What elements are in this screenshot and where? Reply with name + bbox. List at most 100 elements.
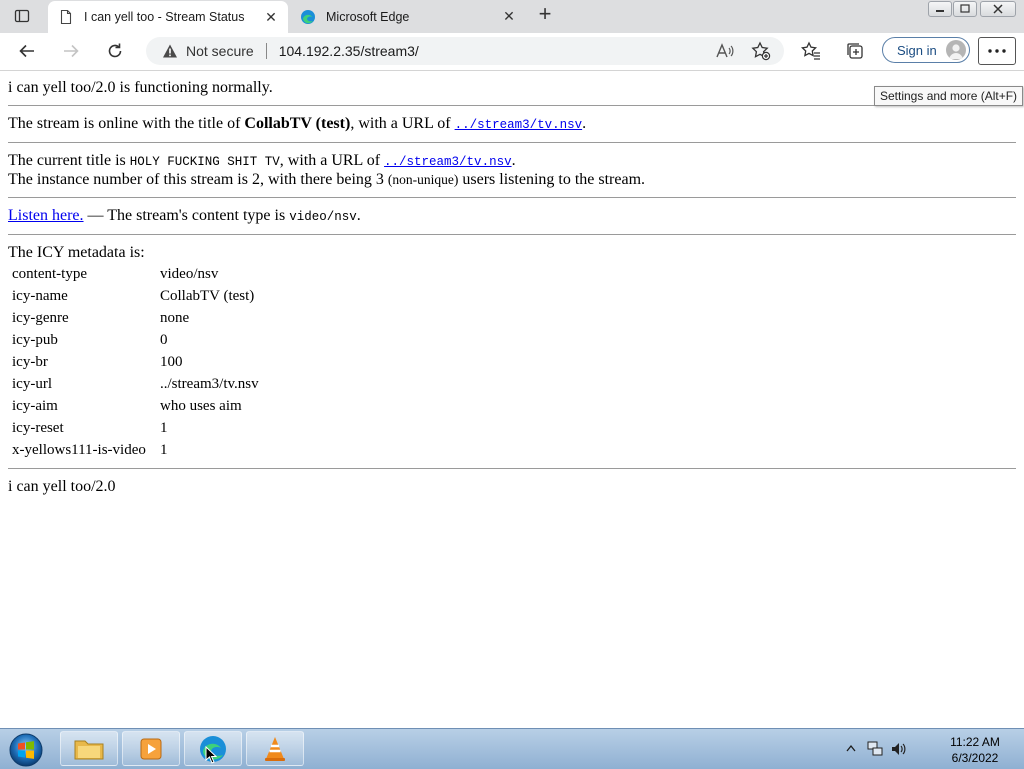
metadata-key: icy-aim: [12, 398, 58, 414]
add-favorite-button[interactable]: [748, 39, 774, 63]
metadata-value: video/nsv: [160, 266, 219, 282]
start-button[interactable]: [4, 731, 48, 767]
current-mid: , with a URL of: [279, 152, 385, 169]
instance-suffix: users listening to the stream.: [458, 171, 646, 188]
url-text[interactable]: 104.192.2.35/stream3/: [279, 43, 419, 59]
metadata-key: icy-name: [12, 288, 68, 304]
close-window-button[interactable]: [980, 1, 1016, 17]
table-row: icy-url ../stream3/tv.nsv: [11, 374, 261, 394]
taskbar-microsoft-edge[interactable]: [184, 731, 242, 766]
table-row: icy-reset 1: [11, 418, 261, 438]
online-line: The stream is online with the title of C…: [8, 115, 1016, 134]
metadata-value: ../stream3/tv.nsv: [160, 376, 259, 392]
table-row: icy-pub 0: [11, 330, 261, 350]
maximize-button[interactable]: [953, 1, 977, 17]
table-row: icy-br 100: [11, 352, 261, 372]
table-row: icy-genre none: [11, 308, 261, 328]
metadata-key: icy-pub: [12, 332, 58, 348]
instance-prefix: The instance number of this stream is 2,…: [8, 171, 388, 188]
current-title: HOLY FUCKING SHIT TV: [129, 155, 280, 169]
arrow-left-icon: [19, 44, 34, 58]
favorites-button[interactable]: [798, 39, 824, 63]
tab-stream-status[interactable]: I can yell too - Stream Status ✕: [48, 1, 288, 33]
divider: [8, 234, 1016, 235]
more-dots-icon: [988, 49, 1006, 53]
table-row: icy-aim who uses aim: [11, 396, 261, 416]
stream-url-link[interactable]: ../stream3/tv.nsv: [455, 118, 583, 132]
taskbar-media-player[interactable]: [122, 731, 180, 766]
metadata-key: icy-url: [12, 376, 52, 392]
edge-icon: [301, 9, 315, 24]
metadata-table: content-type video/nsv icy-name CollabTV (…: [9, 262, 263, 462]
folder-icon: [74, 740, 104, 759]
refresh-button[interactable]: [102, 39, 128, 63]
page-content: i can yell too/2.0 is functioning normal…: [8, 71, 1016, 496]
collections-icon: [847, 43, 863, 59]
metadata-value: 1: [160, 420, 168, 436]
online-prefix: The stream is online with the title of: [8, 115, 245, 132]
table-row: x-yellows111-is-video 1: [11, 440, 261, 460]
forward-button[interactable]: [58, 39, 84, 63]
current-url-link[interactable]: ../stream3/tv.nsv: [384, 155, 512, 169]
clock-date: 6/3/2022: [951, 751, 999, 765]
metadata-value: none: [160, 310, 190, 326]
arrow-right-icon: [64, 44, 79, 58]
clock[interactable]: 11:22 AM 6/3/2022: [932, 734, 1018, 766]
metadata-value: CollabTV (test): [160, 288, 255, 304]
settings-tooltip: Settings and more (Alt+F): [874, 86, 1024, 106]
table-row: icy-name CollabTV (test): [11, 286, 261, 306]
divider: [8, 142, 1016, 143]
listen-text: — The stream's content type is: [83, 207, 290, 224]
online-mid: , with a URL of: [350, 115, 455, 132]
new-tab-button[interactable]: +: [534, 3, 556, 26]
taskbar-vlc[interactable]: [246, 731, 304, 766]
close-tab-icon[interactable]: ✕: [260, 9, 282, 26]
page-icon: [60, 9, 72, 25]
read-aloud-icon: [716, 43, 734, 58]
star-add-icon: [751, 41, 771, 61]
network-icon[interactable]: [866, 740, 884, 758]
metadata-value: 1: [160, 442, 168, 458]
taskbar: 11:22 AM 6/3/2022: [0, 728, 1024, 769]
read-aloud-button[interactable]: [712, 39, 738, 63]
metadata-value: 0: [160, 332, 168, 348]
metadata-heading: The ICY metadata is:: [8, 244, 145, 261]
warning-icon[interactable]: [162, 43, 178, 59]
status-line: i can yell too/2.0 is functioning normal…: [8, 79, 273, 96]
tab-microsoft-edge[interactable]: Microsoft Edge ✕: [290, 0, 526, 33]
listen-line: Listen here. — The stream's content type…: [8, 207, 1016, 226]
content-type: video/nsv: [289, 210, 357, 224]
security-label[interactable]: Not secure: [186, 43, 254, 59]
taskbar-file-explorer[interactable]: [60, 731, 118, 766]
tab-bar: I can yell too - Stream Status ✕ Microso…: [0, 0, 1024, 33]
listen-suffix: .: [356, 207, 361, 224]
metadata-key: content-type: [12, 266, 87, 282]
divider: [8, 197, 1016, 198]
footer-text: i can yell too/2.0: [8, 478, 116, 495]
clock-time: 11:22 AM: [950, 735, 1000, 749]
metadata-key: icy-reset: [12, 420, 64, 436]
settings-and-more-button[interactable]: [978, 37, 1016, 65]
divider: [8, 105, 1016, 106]
collections-button[interactable]: [842, 39, 868, 63]
address-separator: [265, 43, 267, 59]
back-button[interactable]: [14, 39, 40, 63]
listen-link[interactable]: Listen here.: [8, 207, 84, 224]
sign-in-label: Sign in: [897, 42, 937, 58]
avatar-icon: [946, 40, 966, 60]
tab-actions-icon[interactable]: [14, 8, 30, 24]
show-hidden-icons-icon[interactable]: [846, 744, 856, 752]
metadata-key: icy-genre: [12, 310, 69, 326]
online-suffix: .: [582, 115, 587, 132]
close-tab-icon[interactable]: ✕: [498, 8, 520, 25]
favorites-icon: [801, 41, 820, 60]
refresh-icon: [108, 43, 122, 58]
metadata-value: who uses aim: [160, 398, 242, 414]
volume-icon[interactable]: [890, 740, 908, 758]
address-bar[interactable]: Not secure 104.192.2.35/stream3/: [146, 37, 784, 65]
tab-title: I can yell too - Stream Status: [84, 10, 245, 24]
minimize-button[interactable]: [928, 1, 952, 17]
sign-in-button[interactable]: Sign in: [882, 37, 970, 63]
media-player-icon: [140, 738, 162, 759]
metadata-value: 100: [160, 354, 183, 370]
